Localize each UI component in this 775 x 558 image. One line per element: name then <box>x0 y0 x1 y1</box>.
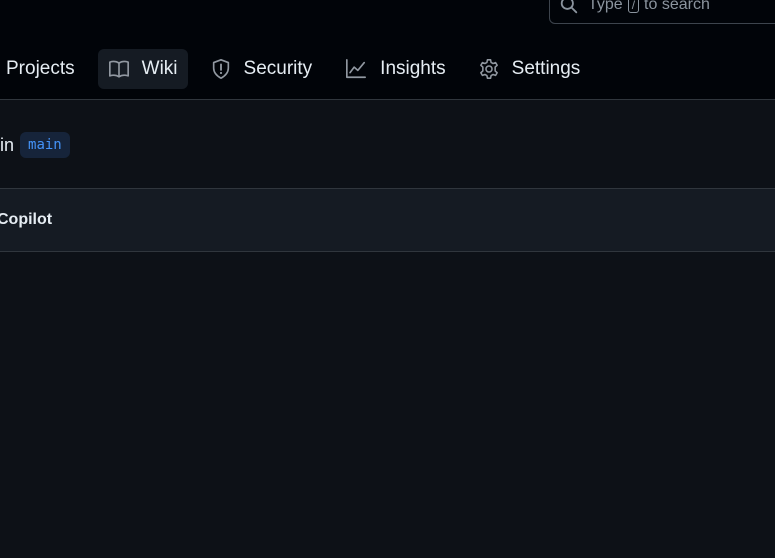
tab-settings[interactable]: Settings <box>468 49 591 89</box>
branch-prefix: in <box>0 134 15 155</box>
tab-wiki[interactable]: Wiki <box>97 49 188 89</box>
tab-projects-label: Projects <box>6 58 75 79</box>
branch-info: in main <box>0 130 70 160</box>
branch-name-link[interactable]: main <box>20 132 70 158</box>
search-placeholder-suffix: to search <box>644 0 710 13</box>
copilot-row: Copilot <box>0 188 775 252</box>
book-icon <box>108 60 129 78</box>
repo-header: Type / to search Projects Wiki Security <box>0 0 775 100</box>
tab-wiki-label: Wiki <box>141 58 178 79</box>
graph-icon <box>346 59 367 79</box>
tab-settings-label: Settings <box>511 58 581 79</box>
gear-icon <box>479 59 498 79</box>
tab-security-label: Security <box>243 58 313 79</box>
search-shortcut-key: / <box>627 0 640 13</box>
repo-nav-tabs: Projects Wiki Security Insights Settings <box>0 49 602 89</box>
shield-icon <box>212 59 229 79</box>
copilot-label: Copilot <box>0 211 53 228</box>
search-placeholder-prefix: Type <box>588 0 623 13</box>
tab-insights[interactable]: Insights <box>334 49 455 89</box>
tab-security[interactable]: Security <box>200 49 323 89</box>
search-placeholder: Type / to search <box>588 0 710 14</box>
search-input[interactable]: Type / to search <box>549 0 775 24</box>
search-icon <box>560 0 578 14</box>
tab-projects[interactable]: Projects <box>0 49 85 89</box>
tab-insights-label: Insights <box>380 58 446 79</box>
